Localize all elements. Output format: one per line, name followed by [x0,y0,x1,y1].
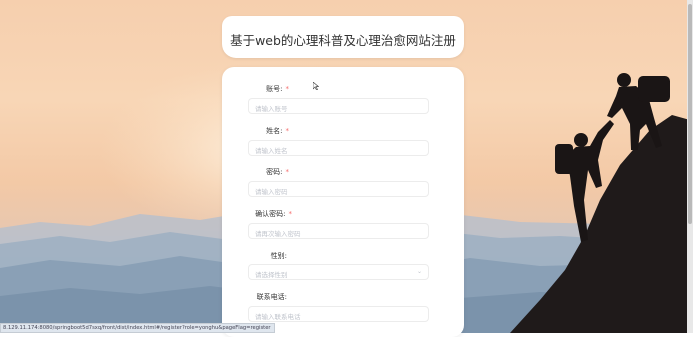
required-mark: * [288,210,293,218]
page-title: 基于web的心理科普及心理治愈网站注册 [230,33,456,48]
chevron-down-icon: ⌄ [416,268,422,275]
page-scrollbar[interactable] [687,0,693,333]
required-mark: * [285,168,290,176]
name-label: 姓名: * [266,127,290,135]
mouse-cursor-icon [313,82,319,90]
account-input[interactable]: 请输入账号 [248,98,429,114]
required-mark: * [285,127,290,135]
required-mark: * [285,85,290,93]
phone-label: 联系电话: [256,293,287,301]
confirm-password-input[interactable]: 请再次输入密码 [248,223,429,239]
confirm-password-label: 确认密码: * [255,210,293,218]
scrollbar-thumb[interactable] [688,4,692,224]
title-card: 基于web的心理科普及心理治愈网站注册 [222,16,464,58]
password-input[interactable]: 请输入密码 [248,181,429,197]
password-label: 密码: * [266,168,290,176]
account-label: 账号: * [266,85,290,93]
gender-label: 性别: [270,252,287,260]
phone-input[interactable]: 请输入联系电话 [248,306,429,322]
gender-select[interactable]: 请选择性别 ⌄ [248,264,429,280]
gender-select-placeholder: 请选择性别 [255,271,288,279]
name-input[interactable]: 请输入姓名 [248,140,429,156]
browser-status-url: 8.129.11.174:8080/springboot5d7sxq/front… [0,323,275,333]
